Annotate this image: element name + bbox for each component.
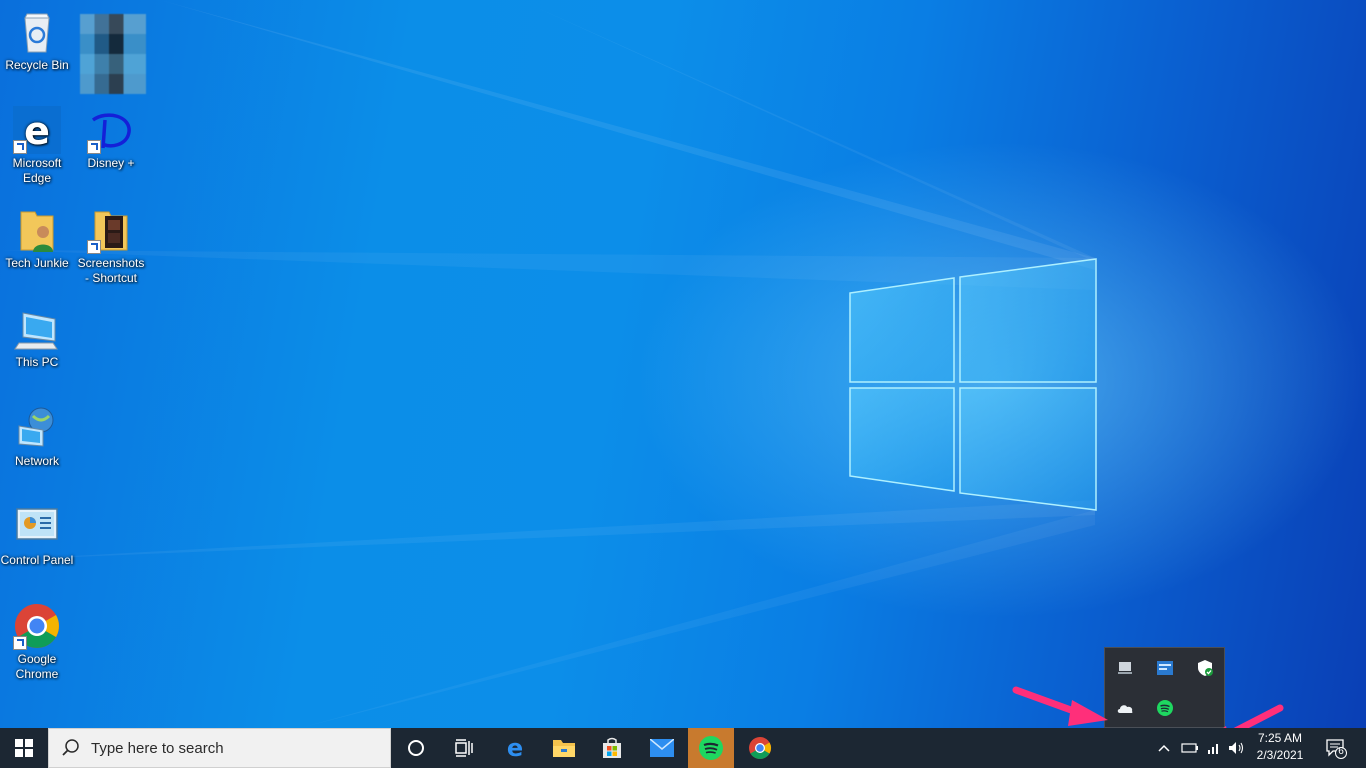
desktop-icon-microsoft-edge[interactable]: e Microsoft Edge [0, 106, 74, 186]
show-hidden-icons-button[interactable] [1152, 728, 1176, 768]
tray-network[interactable] [1202, 728, 1226, 768]
shortcut-arrow-icon [13, 140, 27, 154]
windows-start-icon [15, 739, 33, 757]
action-center-button[interactable]: 6 [1316, 728, 1356, 768]
taskbar-edge[interactable]: e [490, 728, 540, 768]
desktop-icon-label: Screenshots - Shortcut [77, 256, 145, 285]
shortcut-arrow-icon [87, 240, 101, 254]
network-globe-icon [13, 404, 61, 452]
shortcut-arrow-icon [13, 636, 27, 650]
annotation-arrow-onedrive [1012, 686, 1108, 726]
desktop-icon-tech-junkie[interactable]: Tech Junkie [0, 206, 74, 271]
svg-text:e: e [24, 109, 50, 153]
battery-icon [1181, 743, 1198, 753]
user-folder-icon [13, 206, 61, 254]
desktop-icon-label: Google Chrome [15, 652, 59, 681]
spotify-icon [699, 736, 723, 760]
desktop-icon-label: This PC [15, 355, 59, 369]
start-button[interactable] [0, 728, 48, 768]
cortana-button[interactable] [392, 728, 440, 768]
desktop-icon-screenshots-shortcut[interactable]: Screenshots - Shortcut [74, 206, 148, 286]
edge-legacy-icon: e [13, 106, 61, 154]
taskbar-file-explorer[interactable] [540, 728, 588, 768]
windows-logo-wallpaper [849, 258, 1097, 511]
desktop-icon-this-pc[interactable]: This PC [0, 305, 74, 370]
taskbar-store[interactable] [588, 728, 636, 768]
tray-battery[interactable] [1178, 728, 1202, 768]
svg-text:e: e [507, 736, 523, 760]
search-icon [62, 739, 79, 756]
shortcut-arrow-icon [87, 140, 101, 154]
wifi-icon [1208, 744, 1218, 754]
search-box[interactable]: Type here to search [48, 728, 391, 768]
desktop-icon-recycle-bin[interactable]: Recycle Bin [0, 8, 74, 73]
taskbar-chrome[interactable] [736, 728, 784, 768]
notification-count-badge: 6 [1338, 746, 1344, 757]
desktop-icon-google-chrome[interactable]: Google Chrome [0, 602, 74, 682]
desktop-icon-label: Control Panel [0, 553, 74, 567]
taskbar: Type here to search e 7:25 AM 2/3/2021 6 [0, 728, 1366, 768]
desktop[interactable]: Recycle Bin e Microsoft Edge Disney + Te… [0, 0, 1366, 728]
desktop-icon-network[interactable]: Network [0, 404, 74, 469]
onedrive-icon[interactable] [1113, 696, 1137, 720]
search-placeholder: Type here to search [91, 739, 224, 757]
spotify-icon[interactable] [1153, 696, 1177, 720]
desktop-icon-label: Tech Junkie [5, 256, 69, 270]
screenshots-folder-icon [87, 206, 135, 254]
desktop-icon-label: Recycle Bin [5, 58, 69, 72]
chevron-up-icon [1158, 744, 1170, 752]
cortana-icon [408, 740, 424, 756]
network-adapter-icon[interactable] [1153, 656, 1177, 680]
taskbar-spotify-active[interactable] [688, 728, 734, 768]
display-icon[interactable] [1113, 656, 1137, 680]
task-view-button[interactable] [440, 728, 488, 768]
desktop-icon-label: Disney + [87, 156, 135, 170]
windows-security-icon[interactable] [1193, 656, 1217, 680]
clock[interactable]: 7:25 AM 2/3/2021 [1250, 730, 1310, 764]
desktop-icon-blurred[interactable] [80, 14, 146, 94]
file-explorer-icon [553, 740, 575, 757]
control-panel-icon [13, 503, 61, 551]
clock-date: 2/3/2021 [1256, 748, 1304, 762]
tray-volume[interactable] [1226, 728, 1248, 768]
desktop-icon-disney-plus[interactable]: Disney + [74, 106, 148, 171]
volume-icon [1229, 742, 1244, 754]
store-icon [603, 737, 621, 758]
desktop-icon-label: Network [14, 454, 59, 468]
wallpaper-light-beams [0, 0, 1095, 728]
chrome-icon [749, 737, 771, 759]
clock-time: 7:25 AM [1257, 731, 1303, 745]
edge-icon: e [507, 736, 523, 760]
mail-icon [650, 739, 674, 757]
desktop-icon-control-panel[interactable]: Control Panel [0, 503, 74, 568]
desktop-icon-label: Microsoft Edge [12, 156, 62, 185]
recycle-bin-icon [13, 8, 61, 56]
task-view-icon [455, 739, 473, 757]
computer-icon [13, 305, 61, 353]
taskbar-mail[interactable] [638, 728, 686, 768]
chrome-icon [13, 602, 61, 650]
disney-plus-icon [87, 106, 135, 154]
